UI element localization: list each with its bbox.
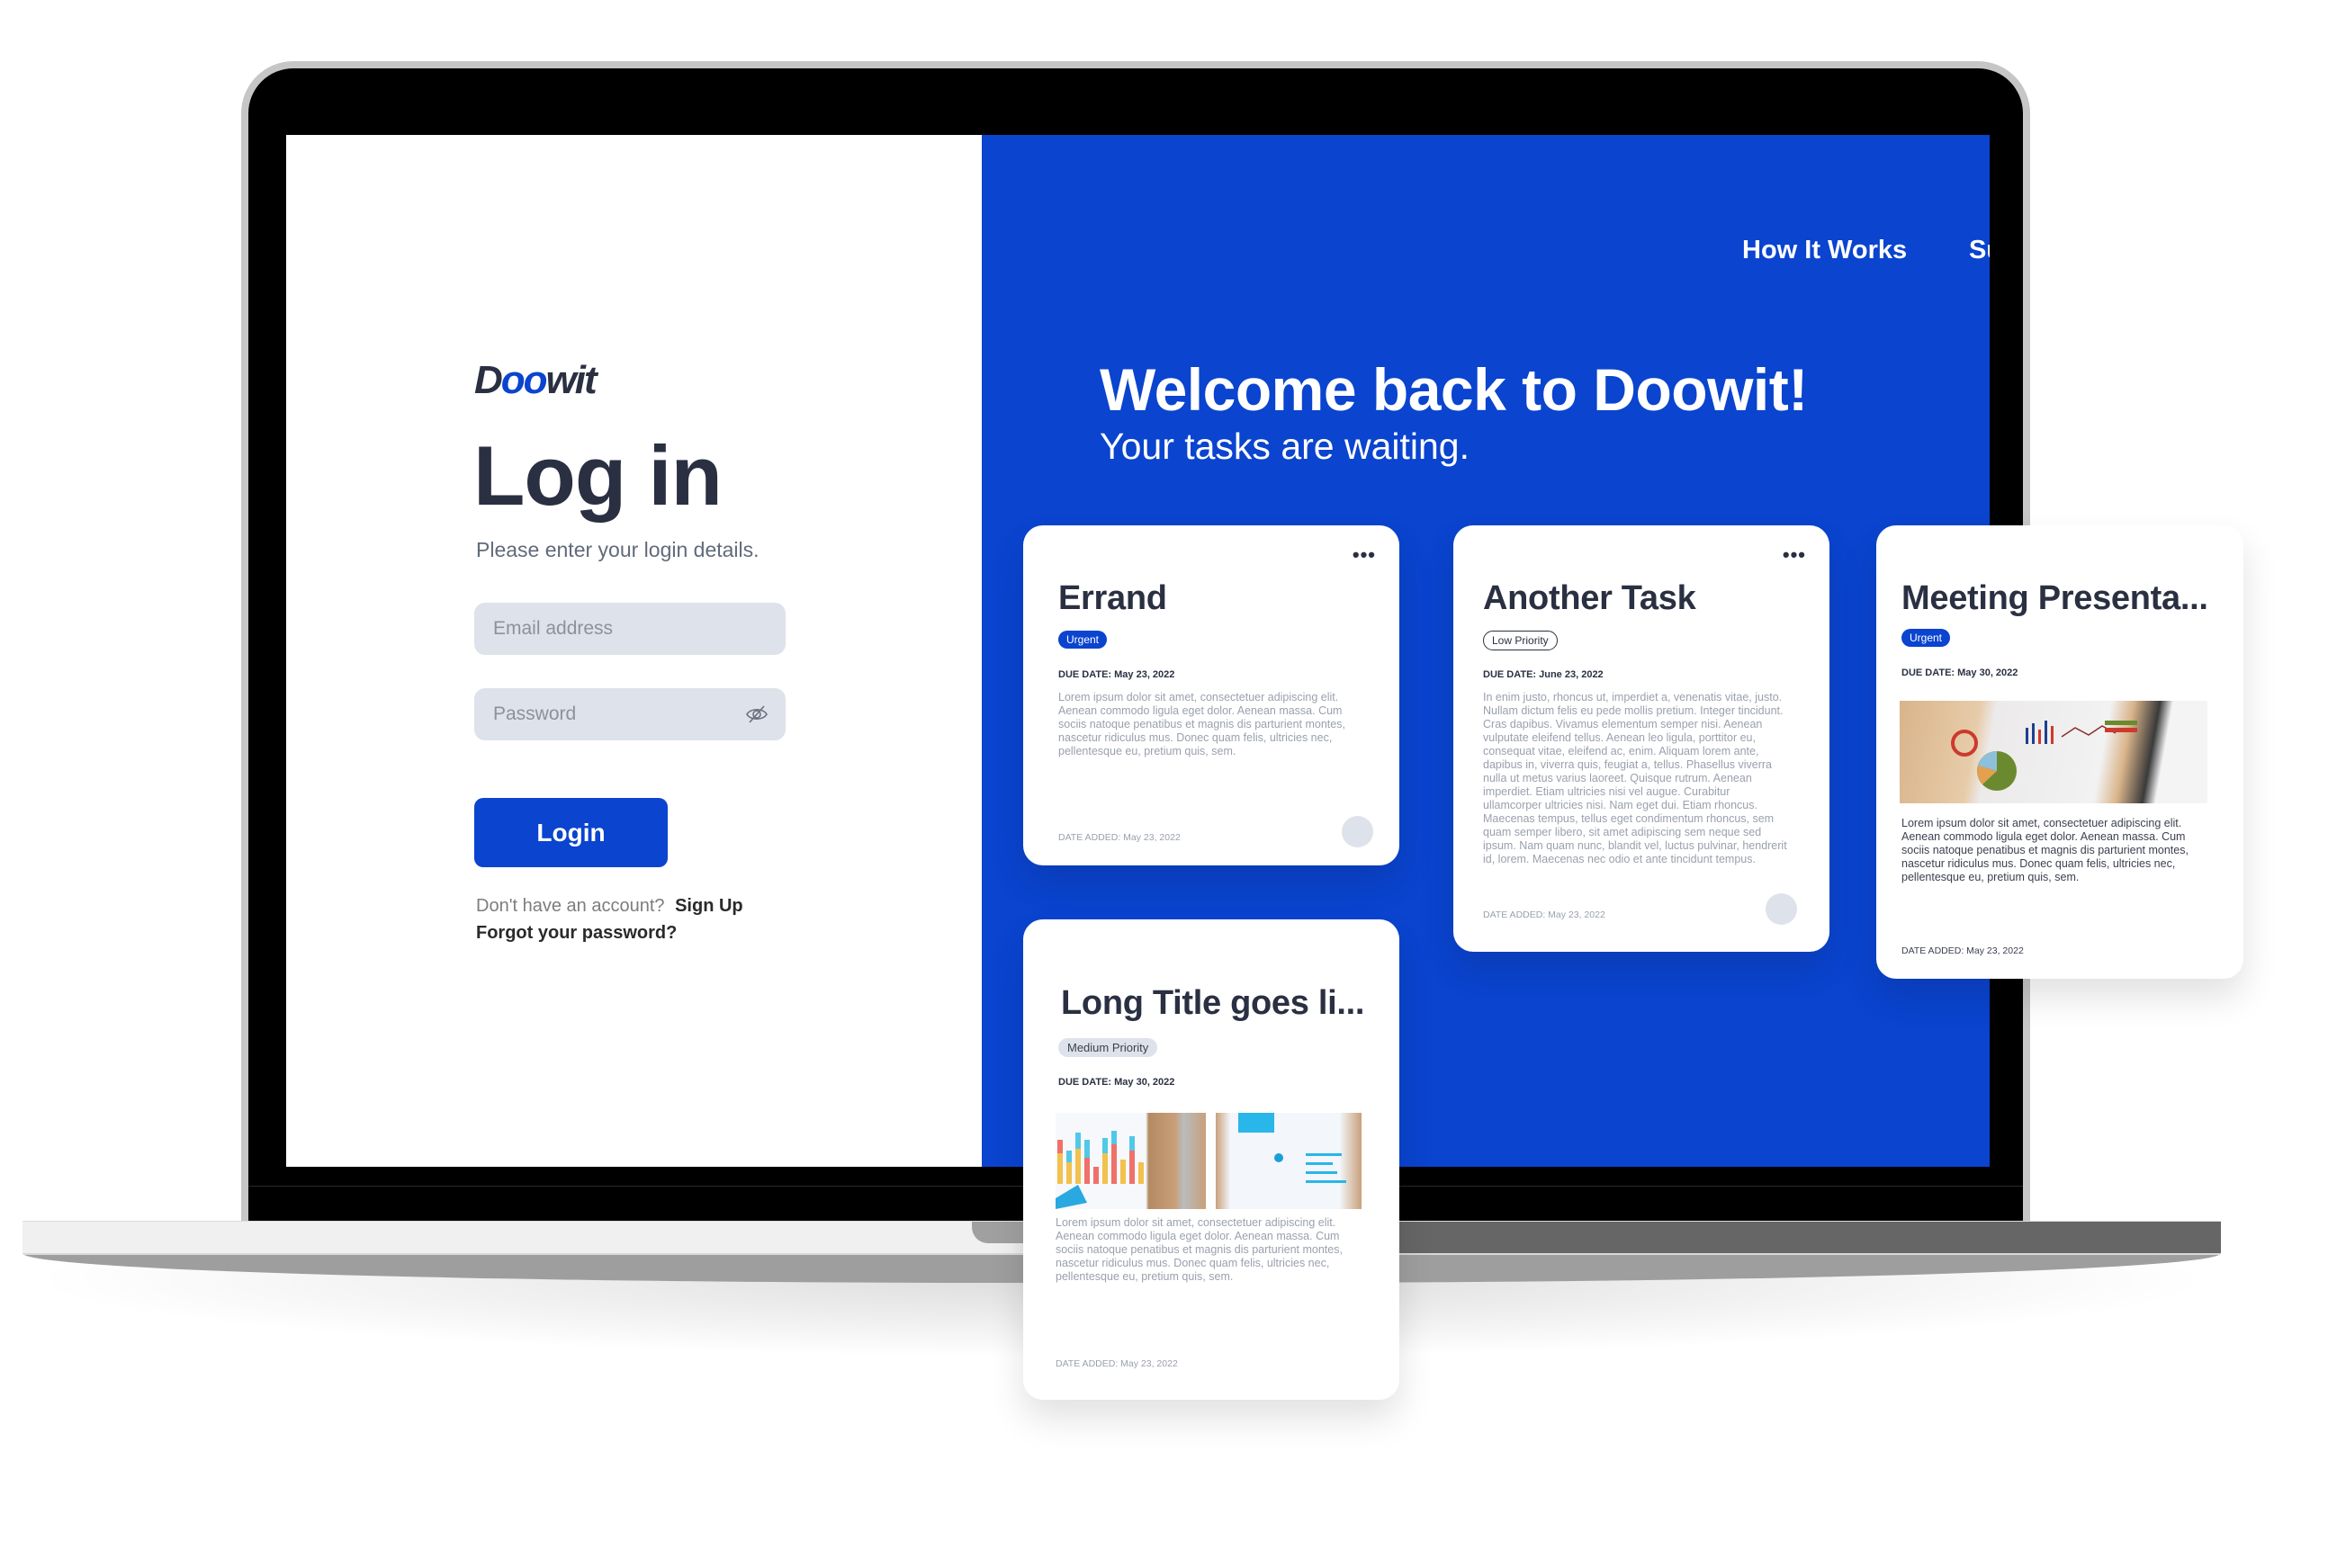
card-title: Errand <box>1058 579 1167 617</box>
eye-slash-icon[interactable] <box>745 703 769 725</box>
email-field[interactable] <box>474 603 786 655</box>
no-account-text: Don't have an account? <box>476 896 665 916</box>
date-added: DATE ADDED: May 23, 2022 <box>1901 945 2024 956</box>
forgot-password-link[interactable]: Forgot your password? <box>476 923 677 944</box>
priority-badge: Medium Priority <box>1058 1038 1158 1057</box>
task-card-long-title[interactable]: Long Title goes li... Medium Priority DU… <box>1023 919 1399 1400</box>
card-description: Lorem ipsum dolor sit amet, consectetuer… <box>1058 691 1345 757</box>
login-panel: Doowit Log in Please enter your login de… <box>286 135 982 1167</box>
card-title: Another Task <box>1483 579 1696 617</box>
date-added: DATE ADDED: May 23, 2022 <box>1056 1358 1178 1369</box>
login-subtitle: Please enter your login details. <box>476 538 760 561</box>
priority-badge: Urgent <box>1901 629 1951 647</box>
logo-text-suffix: wit <box>545 358 598 402</box>
date-added: DATE ADDED: May 23, 2022 <box>1058 832 1181 843</box>
infographic-photo <box>1900 701 2207 803</box>
task-card-another-task[interactable]: ••• Another Task Low Priority DUE DATE: … <box>1453 525 1829 952</box>
complete-toggle[interactable] <box>1766 893 1797 925</box>
task-card-errand[interactable]: ••• Errand Urgent DUE DATE: May 23, 2022… <box>1023 525 1399 865</box>
card-description: Lorem ipsum dolor sit amet, consectetuer… <box>1901 817 2189 883</box>
password-field[interactable] <box>474 688 786 740</box>
resume-document-photo <box>1216 1113 1362 1209</box>
card-description: In enim justo, rhoncus ut, imperdiet a, … <box>1483 691 1787 865</box>
more-horizontal-icon[interactable]: ••• <box>1783 543 1806 567</box>
welcome-heading: Welcome back to Doowit! <box>1100 356 1808 423</box>
more-horizontal-icon[interactable]: ••• <box>1353 543 1376 567</box>
signup-link[interactable]: Sign Up <box>675 896 743 916</box>
welcome-tagline: Your tasks are waiting. <box>1100 426 1470 467</box>
due-date: DUE DATE: May 23, 2022 <box>1058 669 1175 680</box>
nav-support[interactable]: Support <box>1969 236 1990 265</box>
priority-badge: Low Priority <box>1483 631 1558 650</box>
logo-text-prefix: D <box>474 358 503 402</box>
page-title: Log in <box>473 428 723 523</box>
nav-how-it-works[interactable]: How It Works <box>1742 236 1907 265</box>
logo-text-oo: oo <box>500 358 548 402</box>
date-added: DATE ADDED: May 23, 2022 <box>1483 909 1605 920</box>
due-date: DUE DATE: May 30, 2022 <box>1058 1077 1175 1088</box>
card-title: Long Title goes li... <box>1061 984 1365 1022</box>
bar-chart-photo <box>1056 1113 1206 1209</box>
card-title: Meeting Presenta... <box>1901 579 2208 617</box>
due-date: DUE DATE: May 30, 2022 <box>1901 668 2018 678</box>
login-button[interactable]: Login <box>474 798 668 867</box>
doowit-logo: Doowit <box>474 358 598 403</box>
priority-badge: Urgent <box>1058 631 1108 649</box>
task-card-meeting-presentation[interactable]: Meeting Presenta... Urgent DUE DATE: May… <box>1876 525 2243 979</box>
card-description: Lorem ipsum dolor sit amet, consectetuer… <box>1056 1216 1343 1283</box>
due-date: DUE DATE: June 23, 2022 <box>1483 669 1604 680</box>
complete-toggle[interactable] <box>1342 816 1373 847</box>
signup-row: Don't have an account? Sign Up <box>476 896 743 917</box>
